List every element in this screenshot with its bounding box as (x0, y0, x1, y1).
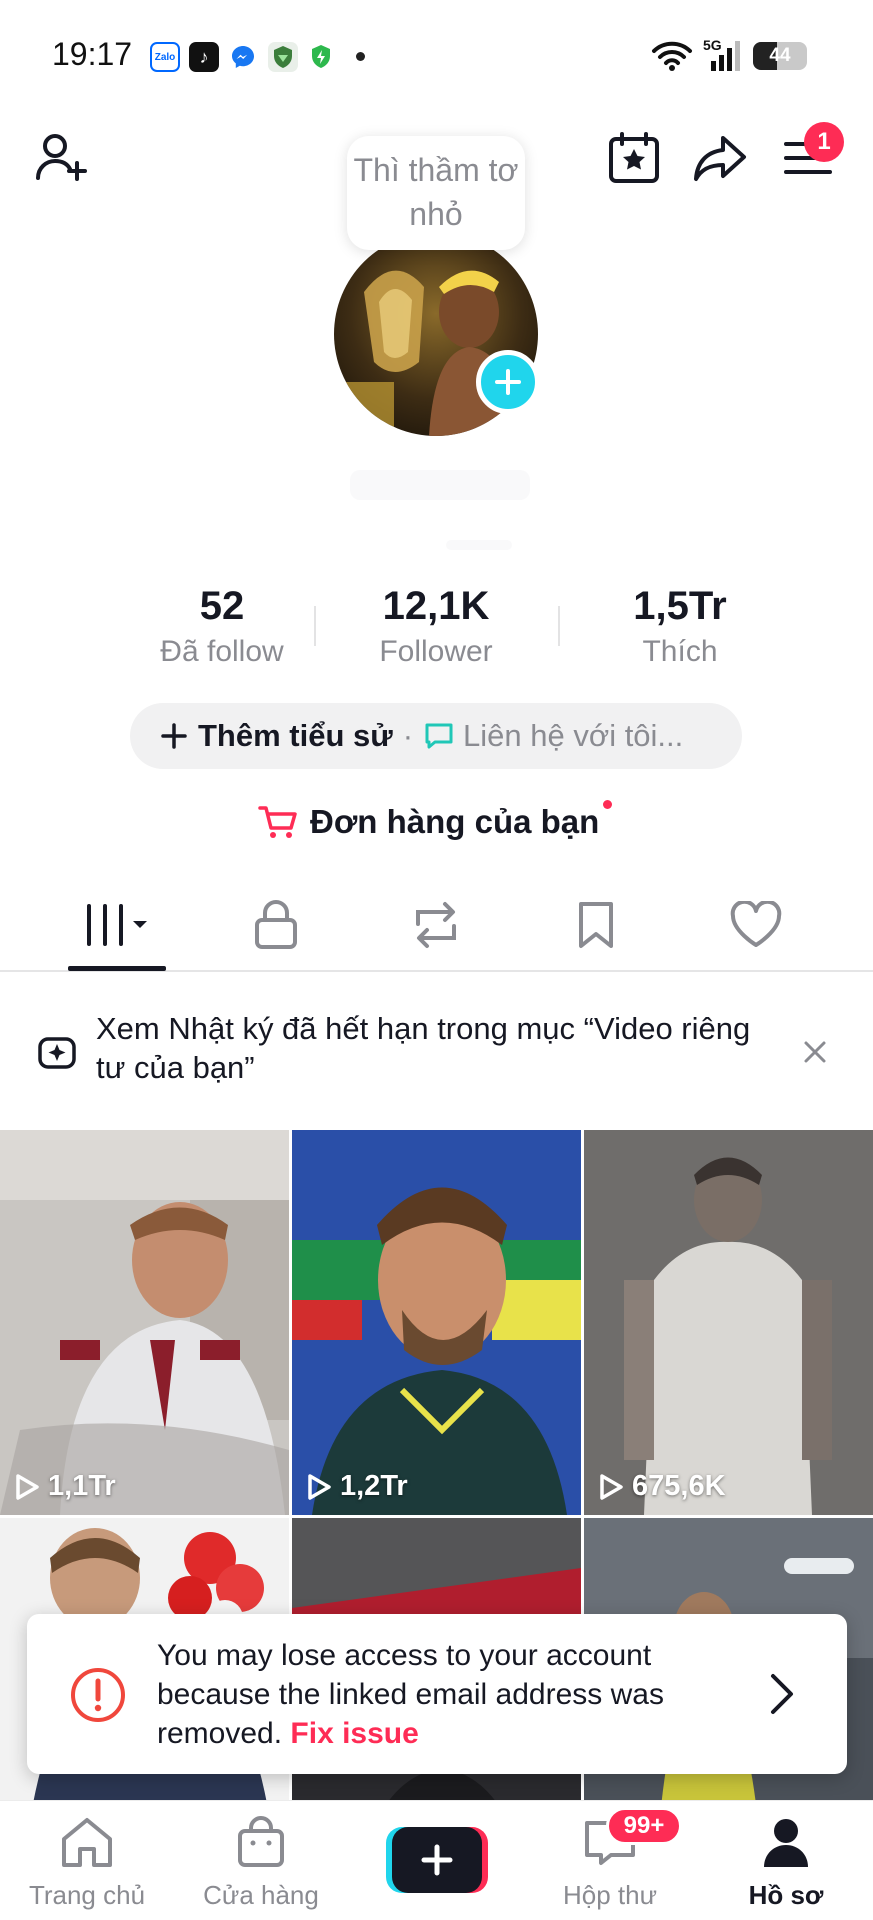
bio-separator: · (402, 718, 414, 753)
menu-notification-badge: 1 (804, 122, 844, 162)
nav-shop[interactable]: Cửa hàng (186, 1815, 336, 1911)
nav-home-label: Trang chủ (28, 1880, 146, 1910)
stat-following[interactable]: 52 Đã follow (122, 582, 322, 672)
warning-icon (71, 1668, 125, 1722)
following-label: Đã follow (160, 635, 284, 668)
bottom-navigation: Trang chủ Cửa hàng Hộp thư 99+ Hồ sơ (0, 1800, 873, 1920)
video-thumbnail[interactable]: 1,2Tr (292, 1130, 581, 1515)
profile-stats: 52 Đã follow 12,1K Follower 1,5Tr Thích (122, 582, 742, 672)
battery-icon: 44 (753, 42, 807, 70)
diary-banner[interactable]: Xem Nhật ký đã hết hạn trong mục “Video … (0, 975, 873, 1130)
stat-followers[interactable]: 12,1K Follower (336, 582, 536, 672)
username-placeholder (350, 470, 530, 500)
contact-button[interactable]: Liên hệ với tôi... (463, 718, 683, 754)
create-button[interactable] (386, 1827, 488, 1893)
nav-profile-label: Hồ sơ (748, 1880, 824, 1910)
video-thumbnail[interactable]: 1,1Tr (0, 1130, 289, 1515)
tab-active-indicator (68, 966, 166, 971)
share-icon[interactable] (690, 128, 750, 188)
status-right: 5G 44 (651, 37, 807, 74)
shopping-bag-icon (238, 1816, 284, 1867)
status-bar: 19:17 Zalo ♪ 5G 44 (0, 0, 873, 110)
play-icon (600, 1473, 623, 1500)
followers-count: 12,1K (382, 584, 490, 628)
bookmark-icon (579, 902, 613, 948)
toast-message: You may lose access to your account beca… (157, 1636, 757, 1753)
tab-private[interactable] (206, 880, 346, 970)
nav-profile[interactable]: Hồ sơ (711, 1815, 861, 1911)
vpn-shield-icon (268, 42, 298, 72)
likes-label: Thích (642, 635, 718, 668)
profile-icon (764, 1819, 808, 1867)
add-friend-icon[interactable] (32, 128, 92, 188)
status-time: 19:17 (52, 36, 133, 72)
stat-divider (558, 606, 560, 646)
play-icon (308, 1473, 331, 1500)
close-icon[interactable] (800, 1037, 830, 1067)
video-thumbnail[interactable]: 675,6K (584, 1130, 873, 1515)
play-icon (16, 1473, 39, 1500)
calendar-star-icon[interactable] (604, 128, 664, 188)
view-count: 675,6K (598, 1470, 726, 1503)
orders-dot (603, 800, 612, 809)
messenger-icon (228, 42, 258, 72)
lock-icon (255, 900, 297, 949)
fix-issue-link[interactable]: Fix issue (290, 1717, 418, 1750)
account-warning-toast[interactable]: You may lose access to your account beca… (27, 1614, 847, 1774)
stat-divider (314, 606, 316, 646)
content-tabs (0, 880, 873, 972)
following-count: 52 (199, 584, 245, 628)
tab-liked[interactable] (686, 880, 826, 970)
nav-inbox-label: Hộp thư (562, 1880, 657, 1910)
zalo-icon: Zalo (150, 42, 180, 72)
sparkle-icon (38, 1037, 76, 1069)
view-count: 1,2Tr (306, 1470, 408, 1503)
likes-count: 1,5Tr (633, 584, 727, 628)
plus-icon (161, 723, 187, 749)
name-placeholder (446, 540, 512, 550)
add-bio-button[interactable]: Thêm tiểu sử (198, 718, 393, 754)
stat-likes[interactable]: 1,5Tr Thích (580, 582, 780, 672)
bio-pill: Thêm tiểu sử · Liên hệ với tôi... (130, 703, 742, 769)
tiktok-icon: ♪ (189, 42, 219, 72)
note-bubble[interactable]: Thì thầm tơ nhỏ (347, 136, 525, 250)
security-shield-icon (306, 42, 336, 72)
view-count: 1,1Tr (14, 1470, 116, 1503)
repost-icon (416, 902, 456, 948)
wifi-icon (652, 41, 692, 71)
orders-link[interactable]: Đơn hàng của bạn (258, 797, 599, 847)
status-more-dot (356, 52, 365, 61)
tab-videos[interactable] (46, 880, 186, 970)
nav-home[interactable]: Trang chủ (12, 1815, 162, 1911)
nav-shop-label: Cửa hàng (203, 1880, 319, 1910)
heart-icon (730, 901, 782, 947)
tab-favorites[interactable] (526, 880, 666, 970)
followers-label: Follower (379, 635, 493, 668)
chevron-right-icon[interactable] (767, 1672, 797, 1716)
signal-icon: 5G (703, 37, 743, 73)
chat-bubble-icon (425, 723, 453, 749)
avatar-add-button[interactable] (476, 350, 540, 414)
banner-text: Xem Nhật ký đã hết hạn trong mục “Video … (96, 1011, 751, 1085)
orders-label: Đơn hàng của bạn (310, 803, 600, 840)
tab-reposts[interactable] (366, 880, 506, 970)
home-icon (62, 1818, 112, 1867)
grid-icon (83, 904, 147, 946)
cart-icon (258, 806, 297, 838)
inbox-badge: 99+ (606, 1807, 682, 1845)
